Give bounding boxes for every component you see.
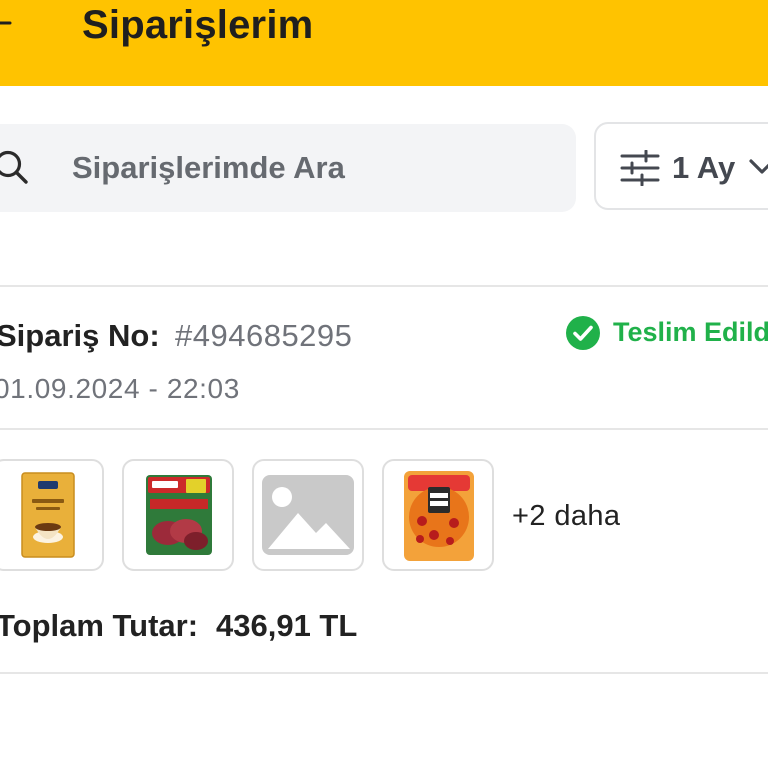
order-number-label: Sipariş No: bbox=[0, 318, 160, 353]
status-text: Teslim Edildi bbox=[613, 317, 768, 347]
search-input[interactable] bbox=[72, 124, 542, 212]
sliders-icon bbox=[620, 150, 660, 186]
order-number-value: #494685295 bbox=[175, 318, 353, 353]
period-filter-label: 1 Ay bbox=[672, 150, 736, 185]
salami-package-image bbox=[146, 475, 212, 555]
search-bar[interactable] bbox=[0, 124, 576, 212]
more-items-label[interactable]: +2 daha bbox=[512, 500, 620, 533]
product-thumb-salami[interactable] bbox=[122, 459, 234, 571]
coffee-package-image bbox=[21, 472, 75, 558]
divider bbox=[0, 285, 768, 287]
search-icon bbox=[0, 150, 28, 184]
chevron-down-icon bbox=[749, 159, 768, 174]
page-title: Siparişlerim bbox=[82, 3, 314, 47]
divider bbox=[0, 672, 768, 674]
back-arrow-icon[interactable] bbox=[0, 10, 12, 36]
image-placeholder-icon bbox=[262, 475, 354, 555]
product-thumb-placeholder[interactable] bbox=[252, 459, 364, 571]
period-filter-button[interactable]: 1 Ay bbox=[594, 122, 768, 210]
pizza-package-image bbox=[404, 471, 474, 561]
divider bbox=[0, 428, 768, 430]
check-circle-icon bbox=[566, 316, 600, 350]
total-amount-label: Toplam Tutar: bbox=[0, 608, 199, 643]
total-amount-value: 436,91 TL bbox=[216, 608, 358, 643]
product-thumb-pizza[interactable] bbox=[382, 459, 494, 571]
order-date: 01.09.2024 - 22:03 bbox=[0, 373, 240, 404]
product-thumb-coffee[interactable] bbox=[0, 459, 104, 571]
orders-page: Siparişlerim 1 Ay Sipariş No: #494685295… bbox=[0, 0, 768, 768]
app-header: Siparişlerim bbox=[0, 0, 768, 86]
